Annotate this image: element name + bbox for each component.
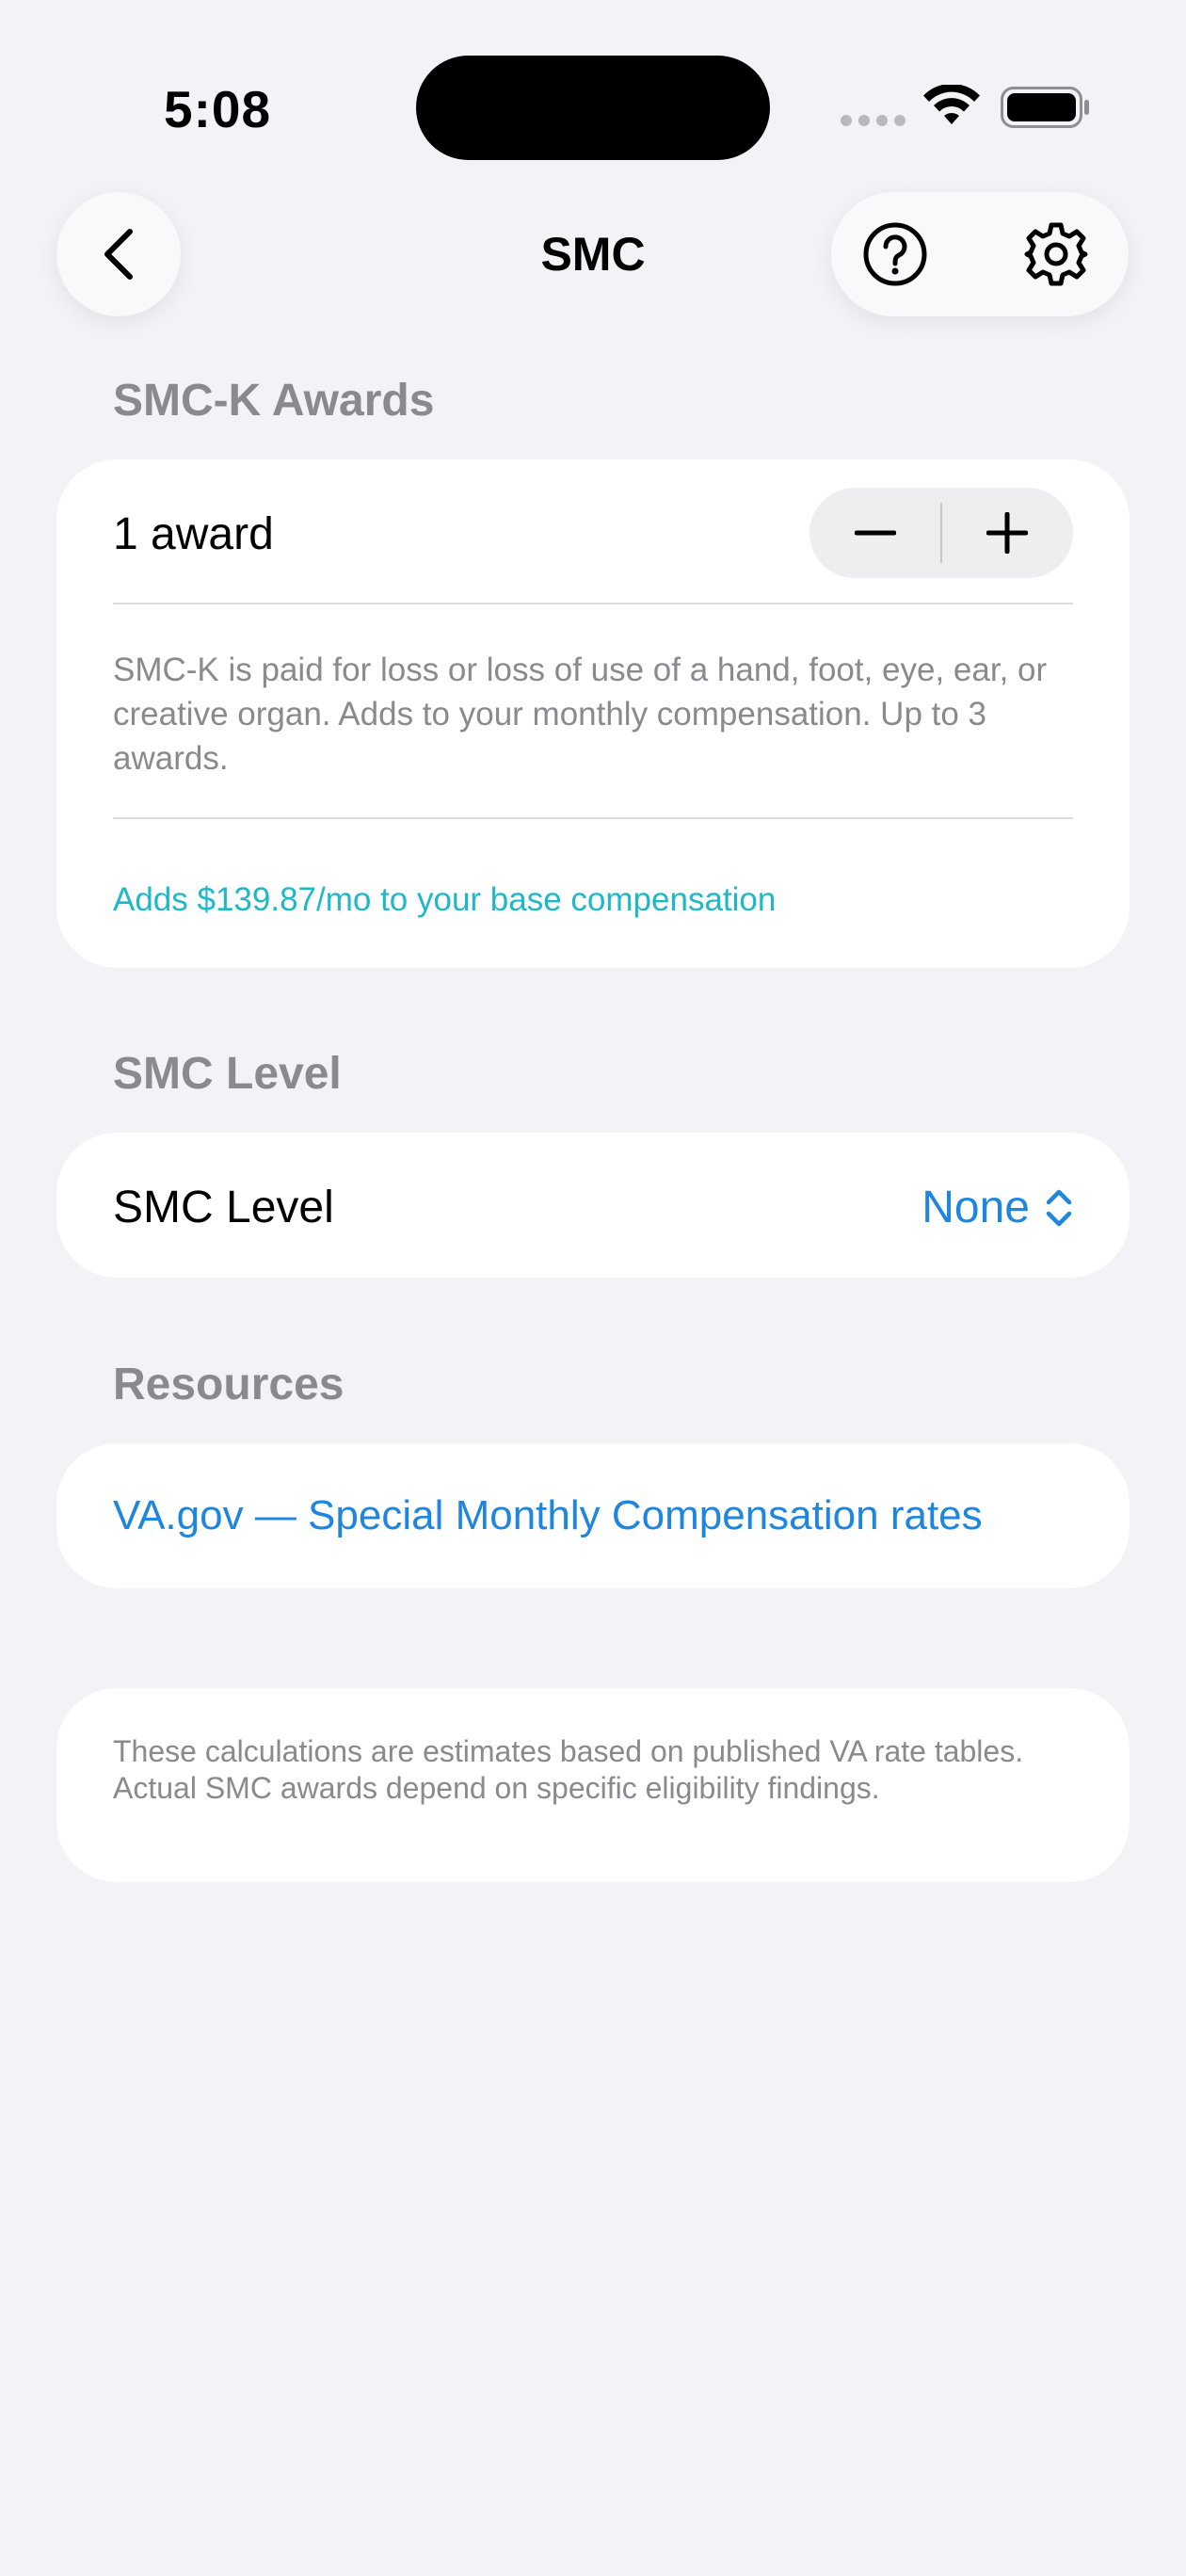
wifi-icon	[923, 85, 980, 124]
disclaimer-card: These calculations are estimates based o…	[56, 1688, 1130, 1882]
divider	[113, 817, 1073, 819]
smck-description: SMC-K is paid for loss or loss of use of…	[113, 652, 1048, 777]
chevron-up-down-icon	[1046, 1189, 1072, 1226]
nav-actions-group	[831, 192, 1129, 316]
award-stepper	[809, 488, 1073, 578]
smc-level-row[interactable]: SMC Level None	[56, 1133, 1130, 1278]
award-row: 1 award	[113, 459, 1073, 604]
compensation-addition-text: Adds $139.87/mo to your base compensatio…	[113, 881, 777, 918]
award-count-label: 1 award	[113, 509, 274, 559]
minus-icon	[855, 530, 896, 536]
smc-level-label: SMC Level	[113, 1183, 334, 1232]
gear-icon	[1024, 222, 1088, 286]
disclaimer-text: These calculations are estimates based o…	[113, 1734, 1024, 1805]
section-header-smck: SMC-K Awards	[113, 376, 435, 426]
smc-level-value: None	[922, 1183, 1030, 1232]
status-time: 5:08	[164, 80, 272, 138]
smc-screen: 5:08 SMC SMC-K Awards 1 award SMC-K is p…	[0, 0, 1186, 2576]
increment-button[interactable]	[941, 488, 1073, 578]
decrement-button[interactable]	[809, 488, 941, 578]
plus-icon	[986, 512, 1028, 554]
settings-button[interactable]	[1022, 220, 1090, 288]
section-header-smc-level: SMC Level	[113, 1049, 342, 1099]
resources-card: VA.gov — Special Monthly Compensation ra…	[56, 1443, 1130, 1588]
va-rates-link[interactable]: VA.gov — Special Monthly Compensation ra…	[113, 1492, 983, 1539]
cellular-signal-icon	[841, 115, 906, 126]
dynamic-island	[416, 56, 770, 160]
smc-level-picker[interactable]: None	[922, 1182, 1073, 1233]
battery-icon	[1001, 87, 1089, 128]
help-button[interactable]	[861, 220, 929, 288]
question-circle-icon	[863, 222, 927, 286]
divider	[113, 603, 1073, 604]
smck-card: 1 award SMC-K is paid for loss or loss o…	[56, 459, 1130, 968]
section-header-resources: Resources	[113, 1360, 345, 1409]
